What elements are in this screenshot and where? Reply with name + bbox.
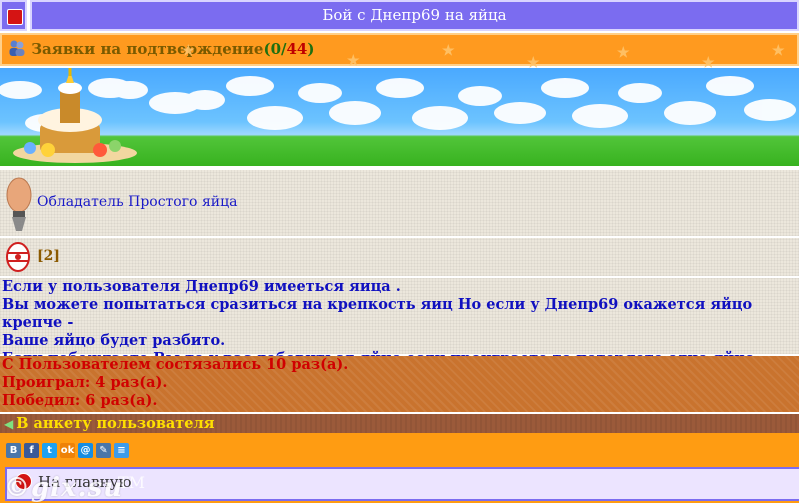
profile-link[interactable]: ◀ В анкету пользователя: [0, 414, 799, 433]
decorated-egg-icon: [6, 242, 30, 272]
info-line: Если у пользователя Днепр69 имееться яиц…: [2, 278, 401, 295]
requests-total-count: 44: [286, 40, 308, 58]
stats-won: Победил: 6 раз(а).: [2, 392, 158, 409]
egg-count: [2]: [37, 248, 60, 264]
requests-new-count: 0: [270, 40, 281, 58]
requests-bar[interactable]: ★ ★ ★ ★ ★ ★ ★ Заявки на подтверждение(0/…: [0, 33, 799, 71]
requests-label: Заявки на подтверждение: [31, 40, 264, 58]
trademark: TM: [118, 473, 146, 492]
livejournal-icon[interactable]: ✎: [96, 443, 111, 458]
page-title: Бой с Днепр69 на яйца: [30, 0, 799, 31]
arrow-left-icon: ◀: [4, 417, 14, 431]
fight-info: Если у пользователя Днепр69 имееться яиц…: [0, 278, 799, 367]
social-share-bar: Вf t ok @ ✎ ≡: [6, 443, 132, 459]
profile-link-label: В анкету пользователя: [16, 415, 215, 432]
egg-owner-row: Обладатель Простого яйца: [0, 170, 799, 236]
more-share-icon[interactable]: ≡: [114, 443, 129, 458]
fight-stats: С Пользователем состязались 10 раз(а). П…: [0, 356, 799, 412]
users-icon: [9, 40, 25, 56]
odnoklassniki-icon[interactable]: ok: [60, 443, 75, 458]
owner-text: Обладатель Простого яйца: [37, 194, 238, 210]
egg-icon: [6, 177, 32, 231]
mailru-icon[interactable]: @: [78, 443, 93, 458]
facebook-icon[interactable]: f: [24, 443, 39, 458]
twitter-icon[interactable]: t: [42, 443, 57, 458]
banner-illustration: [0, 68, 796, 163]
vk-icon[interactable]: В: [6, 443, 21, 458]
watermark: ©gix.su: [4, 473, 124, 503]
home-icon: [7, 9, 23, 25]
stats-lost: Проиграл: 4 раз(а).: [2, 374, 168, 391]
egg-count-row: [2]: [0, 238, 799, 276]
stats-fights: С Пользователем состязались 10 раз(а).: [2, 356, 349, 373]
footer: Вf t ok @ ✎ ≡ На главную ©gix.su TM: [0, 433, 799, 503]
home-button[interactable]: [0, 0, 27, 31]
info-line: Вы можете попытаться сразиться на крепко…: [2, 296, 753, 331]
easter-banner: [0, 68, 799, 166]
info-line: Ваше яйцо будет разбито.: [2, 332, 226, 349]
